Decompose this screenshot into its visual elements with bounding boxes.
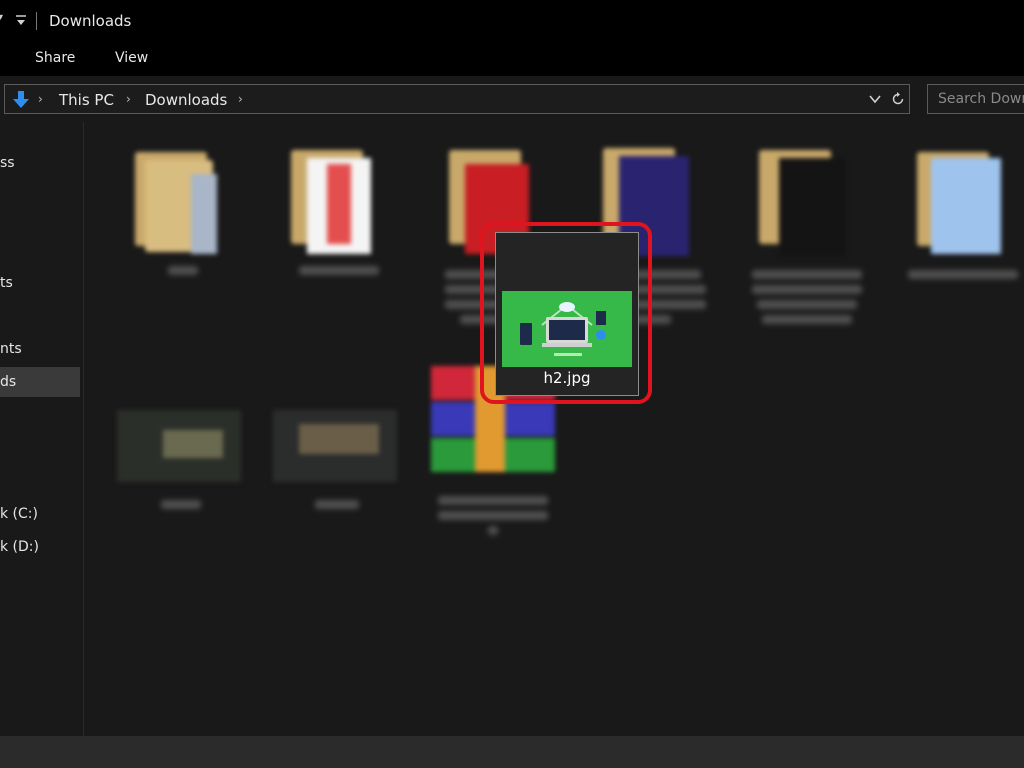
breadcrumb-chevron-icon[interactable]: › [126, 92, 131, 106]
downloads-arrow-icon [13, 91, 29, 108]
navigation-pane: ss ts nts ds k (C:) k (D:) [0, 122, 84, 736]
image-preview-icon [502, 291, 632, 367]
nav-item-local-disk-c[interactable]: k (C:) [0, 499, 80, 529]
search-placeholder: Search Downloads [938, 91, 1024, 107]
file-name-blurred [123, 494, 239, 509]
nav-item-documents-alt[interactable]: nts [0, 334, 80, 364]
folder-icon [115, 134, 251, 254]
video-thumbnail [113, 406, 249, 486]
status-bar [0, 736, 1024, 768]
tab-view[interactable]: View [115, 50, 148, 66]
ribbon-tabs: Share View [0, 42, 1024, 76]
folder-icon [895, 134, 1024, 254]
video-thumbnail [269, 406, 405, 486]
file-name-blurred [749, 264, 865, 324]
title-bar: ▾ Downloads [0, 0, 1024, 42]
nav-item-downloads[interactable]: ds [0, 367, 80, 397]
breadcrumb-this-pc[interactable]: This PC [59, 91, 114, 109]
video-file-item[interactable] [113, 406, 249, 526]
folder-icon [271, 134, 407, 254]
selected-file-name: h2.jpg [543, 369, 591, 387]
breadcrumb-downloads[interactable]: Downloads [145, 91, 227, 109]
address-history-chevron-down-icon[interactable] [868, 91, 882, 107]
search-box[interactable]: Search Downloads [927, 84, 1024, 114]
address-bar[interactable]: › This PC › Downloads › [4, 84, 910, 114]
tab-share[interactable]: Share [35, 50, 75, 66]
selected-file-item[interactable]: h2.jpg [495, 232, 639, 396]
nav-item-local-disk-d[interactable]: k (D:) [0, 532, 80, 562]
file-name-blurred [125, 260, 241, 275]
file-list [85, 122, 1024, 736]
folder-item[interactable] [895, 134, 1024, 304]
quick-access-down-arrow-icon[interactable]: ▾ [0, 12, 3, 23]
nav-item-documents[interactable]: ts [0, 268, 80, 298]
refresh-icon[interactable] [890, 91, 906, 107]
title-separator [36, 12, 37, 30]
window-title: Downloads [49, 12, 132, 30]
nav-item-quick-access[interactable]: ss [0, 148, 80, 178]
video-file-item[interactable] [269, 406, 405, 526]
file-name-blurred [281, 260, 397, 275]
customize-quick-access-icon[interactable] [14, 11, 28, 29]
file-name-blurred [435, 490, 551, 535]
file-name-blurred [905, 264, 1021, 279]
image-thumbnail [502, 291, 632, 367]
folder-icon [739, 134, 875, 256]
address-row: › This PC › Downloads › Search Downloads [0, 76, 1024, 122]
breadcrumb-chevron-icon[interactable]: › [38, 92, 43, 106]
file-name-blurred [279, 494, 395, 509]
breadcrumb-chevron-icon[interactable]: › [238, 92, 243, 106]
folder-item[interactable] [115, 134, 251, 304]
folder-item[interactable] [739, 134, 875, 334]
folder-item[interactable] [271, 134, 407, 304]
